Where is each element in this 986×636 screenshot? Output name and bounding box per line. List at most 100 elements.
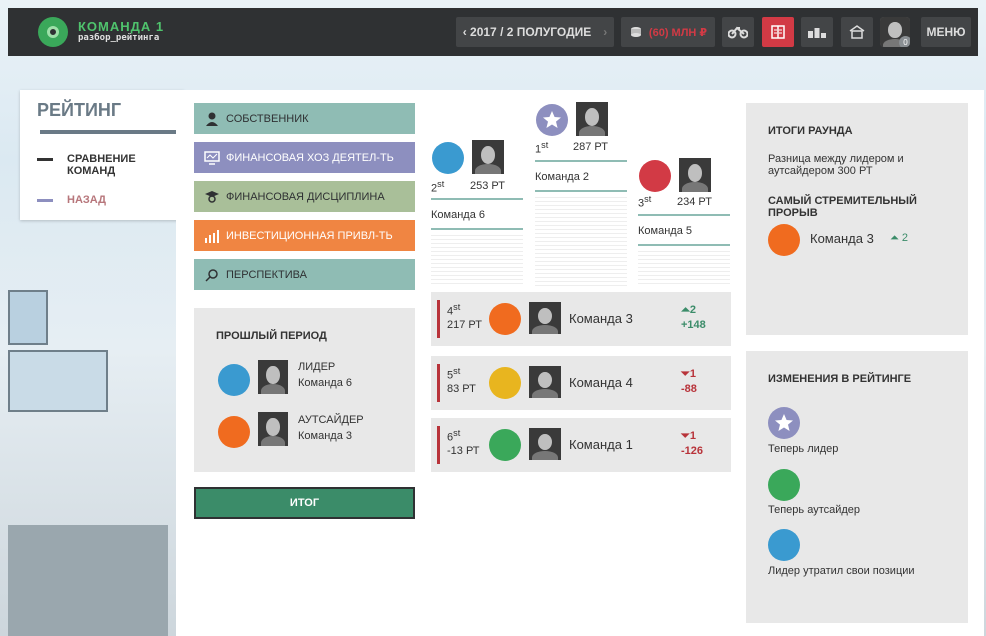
podium-icon (808, 26, 826, 38)
title-rule (40, 130, 198, 134)
breakthrough-title: САМЫЙ СТРЕМИТЕЛЬНЫЙ ПРОРЫВ (768, 195, 917, 219)
podium-3-points: 234 РТ (677, 196, 712, 208)
team1-logo-icon (768, 469, 800, 501)
row-change-down: ⏷1 (681, 430, 696, 442)
podium-3-column (638, 248, 730, 286)
team3-logo-icon (489, 303, 521, 335)
podium-2-points: 253 РТ (470, 180, 505, 192)
row-points: -13 РТ (447, 445, 480, 457)
ranking-button[interactable] (801, 17, 833, 47)
sidebar-item-label: СРАВНЕНИЕ КОМАНД (67, 153, 136, 178)
book-button[interactable] (762, 17, 794, 47)
row-marker (437, 426, 440, 464)
category-investment[interactable]: ИНВЕСТИЦИОННАЯ ПРИВЛ-ТЬ (194, 220, 415, 251)
page-subtitle: разбор_рейтинга (78, 33, 160, 44)
main-content: СОБСТВЕННИК ФИНАНСОВАЯ ХОЗ ДЕЯТЕЛ-ТЬ ФИН… (176, 90, 984, 636)
coins-icon (629, 25, 643, 39)
leader-team: Команда 6 (298, 377, 352, 389)
past-period-title: ПРОШЛЫЙ ПЕРИОД (216, 330, 327, 342)
round-results-box: ИТОГИ РАУНДА Разница между лидером и аут… (746, 103, 968, 335)
star-icon (768, 407, 800, 439)
period-label: ‹ 2017 / 2 ПОЛУГОДИЕ (462, 25, 592, 39)
inactive-marker (37, 199, 53, 202)
category-label: ПЕРСПЕКТИВА (226, 268, 307, 281)
row-delta: -126 (681, 445, 704, 457)
final-button[interactable]: ИТОГ (194, 487, 415, 519)
money-value: (60) МЛН ₽ (648, 26, 708, 39)
category-label: СОБСТВЕННИК (226, 112, 309, 125)
row-team: Команда 1 (569, 437, 633, 452)
menu-button[interactable]: МЕНЮ (921, 17, 971, 47)
ranking-row[interactable]: 6st -13 РТ Команда 1 ⏷1 -126 (431, 418, 731, 472)
team5-photo (679, 158, 711, 192)
podium-1-team: Команда 2 (535, 171, 589, 183)
row-place: 6st (447, 428, 461, 444)
active-marker (37, 158, 53, 161)
monitor-icon (204, 150, 220, 165)
breakthrough-team: Команда 3 (810, 231, 874, 246)
category-perspective[interactable]: ПЕРСПЕКТИВА (194, 259, 415, 290)
team6-logo-icon (432, 142, 464, 174)
row-change-up: ⏶2 (681, 304, 696, 316)
category-label: ФИНАНСОВАЯ ДИСЦИПЛИНА (226, 190, 385, 203)
period-next-icon[interactable]: › (603, 25, 607, 39)
category-finance-discipline[interactable]: ФИНАНСОВАЯ ДИСЦИПЛИНА (194, 181, 415, 212)
search-icon (204, 268, 220, 282)
chart-icon (204, 229, 220, 243)
podium-1-points: 287 РТ (573, 141, 608, 153)
office-icon (849, 24, 865, 40)
sidebar-item-back[interactable]: НАЗАД (37, 194, 106, 206)
row-marker (437, 300, 440, 338)
past-period-box: ПРОШЛЫЙ ПЕРИОД ЛИДЕР Команда 6 АУТСАЙДЕР… (194, 308, 415, 472)
team3-photo (529, 302, 561, 334)
podium-2-rule (431, 198, 523, 200)
podium-1-column (535, 194, 627, 286)
team4-photo (529, 366, 561, 398)
team4-logo-icon (489, 367, 521, 399)
row-place: 5st (447, 366, 461, 382)
up-arrow-icon: ⏶ (681, 304, 690, 316)
sidebar-item-compare[interactable]: СРАВНЕНИЕ КОМАНД (37, 153, 147, 177)
team2-logo-icon (536, 104, 568, 136)
team6-logo-icon (218, 364, 250, 396)
menu-label: МЕНЮ (926, 25, 966, 39)
page-title: РЕЙТИНГ (37, 100, 122, 120)
person-icon (204, 112, 220, 126)
category-label: ФИНАНСОВАЯ ХОЗ ДЕЯТЕЛ-ТЬ (226, 151, 394, 164)
period-selector[interactable]: ‹ 2017 / 2 ПОЛУГОДИЕ › (456, 17, 614, 47)
team6-logo-icon (768, 529, 800, 561)
category-owner[interactable]: СОБСТВЕННИК (194, 103, 415, 134)
ranking-row[interactable]: 4st 217 РТ Команда 3 ⏶2 +148 (431, 292, 731, 346)
legend-new-outsider: Теперь аутсайдер (768, 504, 861, 516)
rating-changes-title: ИЗМЕНЕНИЯ В РЕЙТИНГЕ (768, 373, 912, 385)
podium-1-rule-bottom (535, 190, 627, 192)
bike-button[interactable] (722, 17, 754, 47)
podium-2-place: 2st (431, 179, 445, 195)
down-arrow-icon: ⏷ (681, 430, 690, 442)
podium-1-rule (535, 160, 627, 162)
team3-logo-icon (218, 416, 250, 448)
row-marker (437, 364, 440, 402)
podium-2-team: Команда 6 (431, 209, 485, 221)
row-change-down: ⏷1 (681, 368, 696, 380)
podium-3-rule (638, 214, 730, 216)
background-building (0, 270, 168, 636)
ranking-row[interactable]: 5st 83 РТ Команда 4 ⏷1 -88 (431, 356, 731, 410)
row-delta: +148 (681, 319, 706, 331)
team5-logo-icon (639, 160, 671, 192)
top-bar: КОМАНДА 1 разбор_рейтинга ‹ 2017 / 2 ПОЛ… (8, 8, 978, 56)
podium-3-team: Команда 5 (638, 225, 692, 237)
row-team: Команда 3 (569, 311, 633, 326)
outsider-photo (258, 412, 288, 446)
outsider-label: АУТСАЙДЕР (298, 414, 364, 426)
podium-2-column (431, 232, 523, 286)
money-indicator[interactable]: (60) МЛН ₽ (621, 17, 715, 47)
category-finance-activity[interactable]: ФИНАНСОВАЯ ХОЗ ДЕЯТЕЛ-ТЬ (194, 142, 415, 173)
office-button[interactable] (841, 17, 873, 47)
team3-logo-icon (768, 224, 800, 256)
rating-changes-box: ИЗМЕНЕНИЯ В РЕЙТИНГЕ Теперь лидер Теперь… (746, 351, 968, 623)
brand: КОМАНДА 1 разбор_рейтинга (78, 20, 164, 43)
sidebar-item-label: НАЗАД (67, 194, 106, 206)
user-avatar[interactable]: 0 (880, 17, 910, 47)
podium-3-place: 3st (638, 194, 652, 210)
